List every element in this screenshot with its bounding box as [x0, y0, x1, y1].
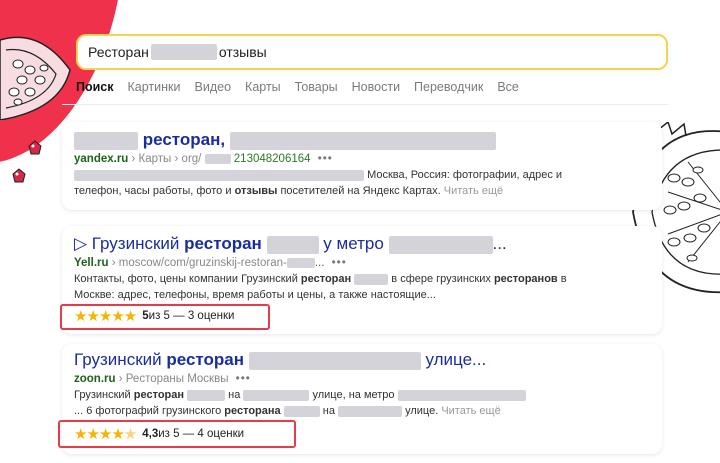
- rating-highlight-frame: [60, 304, 270, 330]
- search-input[interactable]: Ресторан отзывы: [76, 34, 668, 70]
- search-query-left: Ресторан: [88, 44, 149, 60]
- read-more-link[interactable]: Читать ещё: [441, 405, 500, 417]
- result-snippet: Контакты, фото, цены компании Грузинский…: [74, 273, 567, 301]
- redacted-block: [338, 405, 403, 417]
- redacted-block: [266, 235, 319, 254]
- read-more-link[interactable]: Читать ещё: [444, 185, 503, 197]
- redacted-block: [204, 153, 231, 164]
- tab-products[interactable]: Товары: [295, 80, 338, 94]
- pomegranate-seed-icon: [12, 168, 26, 183]
- redacted-block: [388, 235, 493, 254]
- result-url[interactable]: zoon.ru › Рестораны Москвы •••: [74, 373, 654, 385]
- tab-translator[interactable]: Переводчик: [414, 80, 483, 94]
- result-snippet: Грузинский ресторан на улице, на метро .…: [74, 387, 654, 419]
- tab-maps[interactable]: Карты: [245, 80, 281, 94]
- redacted-block: [229, 131, 496, 150]
- result-url[interactable]: yandex.ru › Карты › org/ 213048206164 ••…: [74, 153, 654, 165]
- redacted-block: [397, 389, 526, 401]
- redacted-block: [187, 389, 226, 401]
- result-title[interactable]: ресторан,: [74, 130, 654, 150]
- pomegranate-slice-icon: [0, 36, 71, 120]
- result-url[interactable]: Yell.ru › moscow/com/gruzinskij-restoran…: [74, 257, 654, 269]
- redacted-block: [243, 389, 310, 401]
- rating-highlight-frame: [58, 420, 296, 448]
- redacted-block: [150, 44, 217, 60]
- search-query-right: отзывы: [218, 44, 267, 60]
- redacted-block: [286, 257, 315, 268]
- search-tabs: Поиск Картинки Видео Карты Товары Новост…: [76, 80, 519, 94]
- tab-all[interactable]: Все: [497, 80, 519, 94]
- tab-search[interactable]: Поиск: [76, 80, 114, 94]
- tab-news[interactable]: Новости: [352, 80, 400, 94]
- tabs-divider: [62, 104, 668, 105]
- redacted-block: [354, 273, 389, 285]
- redacted-block: [74, 169, 364, 181]
- result-snippet: Москва, Россия: фотографии, адрес и теле…: [74, 169, 563, 197]
- more-options-icon[interactable]: •••: [332, 257, 347, 269]
- more-options-icon[interactable]: •••: [318, 153, 333, 165]
- search-result-yandex: ресторан, yandex.ru › Карты › org/ 21304…: [62, 122, 662, 210]
- more-options-icon[interactable]: •••: [236, 373, 251, 385]
- result-title[interactable]: Грузинский ресторан улице...: [74, 350, 654, 370]
- pomegranate-seed-icon: [28, 140, 42, 155]
- tab-images[interactable]: Картинки: [128, 80, 181, 94]
- result-title[interactable]: ▷ Грузинский ресторан у метро ...: [74, 234, 654, 254]
- tab-video[interactable]: Видео: [195, 80, 232, 94]
- redacted-block: [283, 405, 320, 417]
- redacted-block: [74, 131, 138, 150]
- redacted-block: [248, 351, 421, 370]
